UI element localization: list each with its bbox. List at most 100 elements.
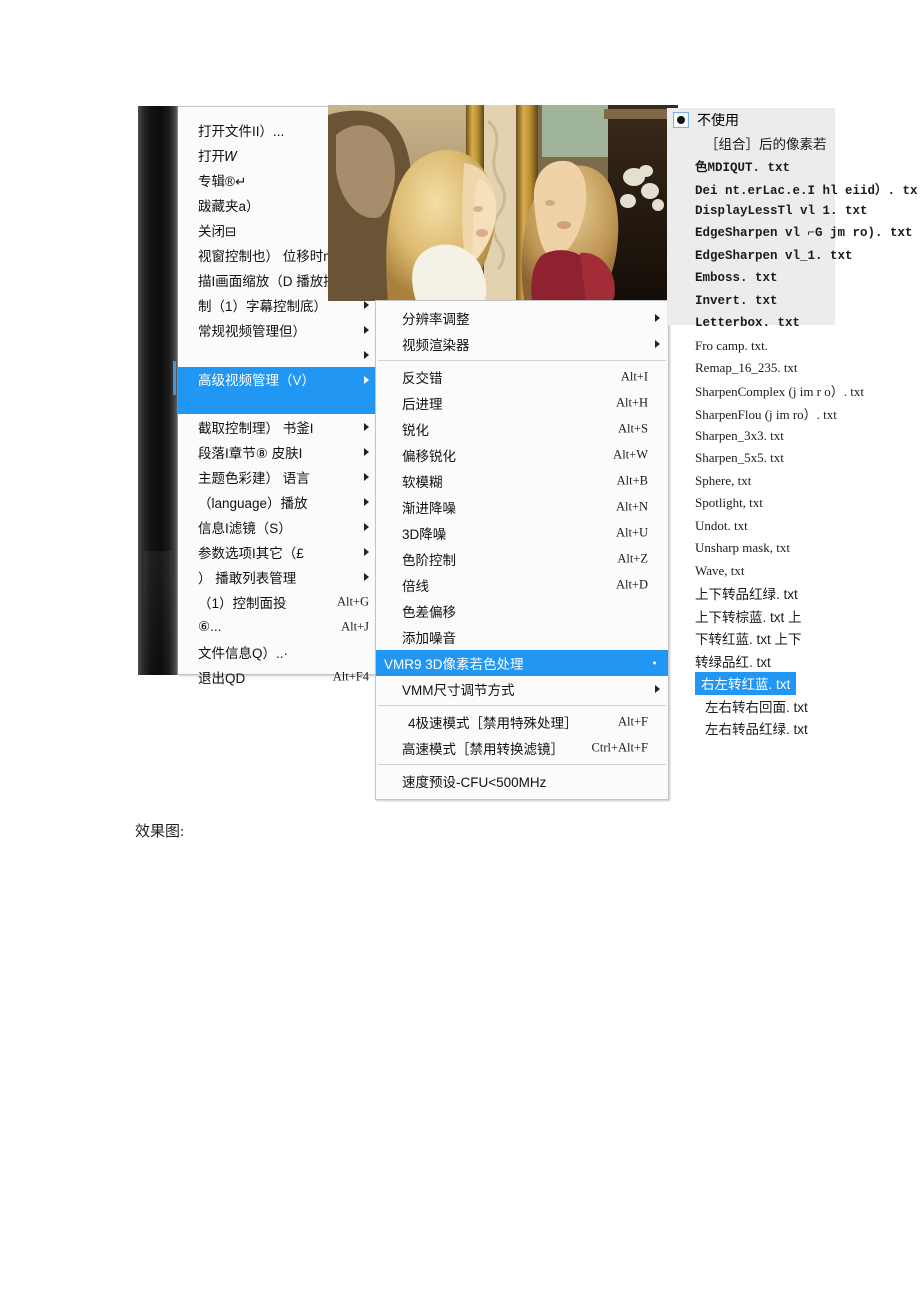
filter-list-item-label: Remap_16_235. txt [695,360,798,376]
advanced-video-menu[interactable]: 分辨率调整视频渲染器反交错 Alt+I 后进理 Alt+H 锐化 Alt+S 偏移锐化 Alt… [375,300,669,800]
filter-list-item[interactable]: 转绿品红. txt [665,650,920,673]
root-menu-item-label: 信息I滤镜（S） [198,520,292,536]
advanced-menu-item[interactable]: 添加噪音 [376,624,668,650]
filter-list-item[interactable]: 下转红蓝. txt 上下 [665,627,920,650]
advanced-menu-item[interactable]: 视频渲染器 [376,331,668,357]
filter-list-item-label: 转绿品红. txt [695,654,771,670]
root-menu-item[interactable]: 主题色彩建） 语言 [178,464,377,489]
filter-list-item[interactable]: Invert. txt [665,290,920,313]
advanced-menu-item[interactable]: 锐化 Alt+S [376,416,668,442]
submenu-arrow-icon [364,497,369,506]
submenu-arrow-icon [364,447,369,456]
filter-list-item[interactable]: EdgeSharpen vl_1. txt [665,245,920,268]
filter-list-item[interactable]: Undot. txt [665,515,920,538]
filter-list-item[interactable]: DisplayLessTl vl 1. txt [665,200,920,223]
root-menu-item-label: 专辑®↵ [198,173,247,189]
filter-list-item[interactable]: SharpenFlou (j im ro）. txt [665,402,920,425]
filter-list-item[interactable]: 左右转品红绿. txt [665,717,920,740]
filter-list-item-label: Fro camp. txt. [695,337,768,353]
root-menu-item[interactable]: （language）播放 [178,489,377,514]
root-menu-item[interactable]: 参数选项I其它（£ [178,539,377,564]
advanced-menu-item[interactable]: 4极速模式［禁用特殊处理］ Alt+F [376,709,668,735]
advanced-menu-item[interactable]: 倍线 Alt+D [376,572,668,598]
advanced-menu-item[interactable]: 分辨率调整 [376,305,668,331]
advanced-menu-item-accelerator: Alt+W [613,447,648,462]
advanced-menu-item[interactable]: 3D降噪 Alt+U [376,520,668,546]
filter-list-item-label: 上下转品红绿. txt [695,587,798,603]
filter-list-item-label: 右左转红蓝. txt [695,671,797,695]
filter-list-item[interactable]: Emboss. txt [665,267,920,290]
root-menu-item[interactable]: （1）控制面投 Alt+G [178,589,377,614]
menu-separator [378,705,666,706]
filter-list-item[interactable]: Sharpen_5x5. txt [665,447,920,470]
filter-list-item[interactable]: Wave, txt [665,560,920,583]
advanced-menu-item[interactable]: 渐进降噪 Alt+N [376,494,668,520]
root-menu-item-label: 视窗控制也） 位移时m [198,248,335,264]
filter-list-item[interactable]: Sphere, txt [665,470,920,493]
radio-button-icon[interactable] [673,112,689,128]
filter-list-item[interactable]: 左右转右回面. txt [665,695,920,718]
filter-list-item-label: 左右转品红绿. txt [705,722,808,738]
advanced-menu-item-accelerator: Alt+Z [617,551,648,566]
advanced-menu-item-accelerator: Alt+N [615,499,648,514]
filter-list-item[interactable]: 色MDIQUT. txt [665,155,920,178]
root-menu-item[interactable]: ⑥... Alt+J [178,614,377,639]
advanced-menu-item[interactable]: 后进理 Alt+H [376,390,668,416]
root-menu-item[interactable]: 段落I章节⑧ 皮肤I [178,439,377,464]
filter-list-item[interactable]: 右左转红蓝. txt [665,671,920,695]
advanced-menu-item-label: 速度预设-CFU<500MHz [402,775,547,790]
advanced-menu-item-label: 锐化 [402,423,429,438]
advanced-menu-item-label: 4极速模式［禁用特殊处理］ [408,716,578,731]
submenu-arrow-icon [364,522,369,531]
submenu-arrow-icon [364,547,369,556]
filter-list-item[interactable]: Remap_16_235. txt [665,357,920,380]
filter-none-option[interactable]: 不使用 [665,108,920,132]
active-marker-icon [653,661,656,665]
advanced-menu-item[interactable]: 速度预设-CFU<500MHz [376,768,668,794]
filter-list-item[interactable]: Spotlight, txt [665,492,920,515]
root-menu-item[interactable]: 退出QD Alt+F4 [178,664,377,689]
filter-list-item[interactable]: EdgeSharpen vl ⌐G jm ro). txt [665,222,920,245]
root-menu-item[interactable]: 信息I滤镜（S） [178,514,377,539]
filter-list-item[interactable]: Unsharp mask, txt [665,537,920,560]
filter-list-item[interactable]: SharpenComplex (j im r o）. txt [665,380,920,403]
kmplayer-control-rail: K·M·PLAYER Main Control [138,106,179,675]
root-menu-item-label: （language）播放 [198,495,308,511]
advanced-menu-item[interactable]: 色阶控制 Alt+Z [376,546,668,572]
advanced-menu-item[interactable]: 色差偏移 [376,598,668,624]
root-menu-item[interactable]: 常规视频管理但） [178,317,377,342]
advanced-menu-item-label: 分辨率调整 [402,312,470,327]
filter-list-item-label: Letterbox. txt [695,316,801,331]
root-menu-item[interactable]: 文件信息Q）..· [178,639,377,664]
root-menu-item[interactable]: 高级视频管理（V） [178,367,377,414]
filter-list-item-label: DisplayLessTl vl 1. txt [695,203,868,218]
filter-list-item-label: SharpenFlou (j im ro）. txt [695,406,837,422]
root-menu-item[interactable]: ） 播敢列表管理 [178,564,377,589]
filter-list-item-label: 色MDIQUT. txt [695,161,791,176]
filter-list-item[interactable]: 上下转棕蓝. txt 上 [665,605,920,628]
root-menu-item[interactable]: 截取控制理） 书釜I [178,414,377,439]
filter-list-item[interactable]: Sharpen_3x3. txt [665,425,920,448]
advanced-menu-item[interactable]: VMM尺寸调节方式 [376,676,668,702]
submenu-arrow-icon [364,325,369,334]
filter-list-item[interactable]: ［组合］后的像素若 [665,132,920,155]
advanced-menu-item[interactable]: 软模糊 Alt+B [376,468,668,494]
filter-list-item[interactable]: Fro camp. txt. [665,335,920,358]
rail-gloss [144,551,172,671]
advanced-menu-item[interactable]: 高速模式［禁用转换滤镜］ Ctrl+Alt+F [376,735,668,761]
filter-list-item[interactable]: Letterbox. txt [665,312,920,335]
filter-list-item[interactable]: 上下转品红绿. txt [665,582,920,605]
root-menu-item-label: 退出QD [198,670,246,686]
advanced-menu-item-label: 高速模式［禁用转换滤镜］ [402,742,564,757]
filter-list-item-label: Sharpen_3x3. txt [695,427,784,443]
filter-list-item[interactable]: Dei nt.erLac.e.I hl eiid）. tx t [665,177,920,200]
video-preview-thumbnail [328,105,678,301]
advanced-menu-item[interactable]: VMR9 3D像素若色处理 [376,650,668,676]
filter-list-item-label: EdgeSharpen vl ⌐G jm ro). txt [695,226,913,241]
submenu-arrow-icon [364,350,369,359]
advanced-menu-item[interactable]: 反交错 Alt+I [376,364,668,390]
advanced-menu-item[interactable]: 偏移锐化 Alt+W [376,442,668,468]
filter-list-item-label: Sphere, txt [695,472,752,488]
pixel-shader-filter-list[interactable]: 不使用 ［组合］后的像素若色MDIQUT. txt Dei nt.erLac.e.I… [665,108,920,740]
filter-list-item-label: Spotlight, txt [695,495,763,511]
